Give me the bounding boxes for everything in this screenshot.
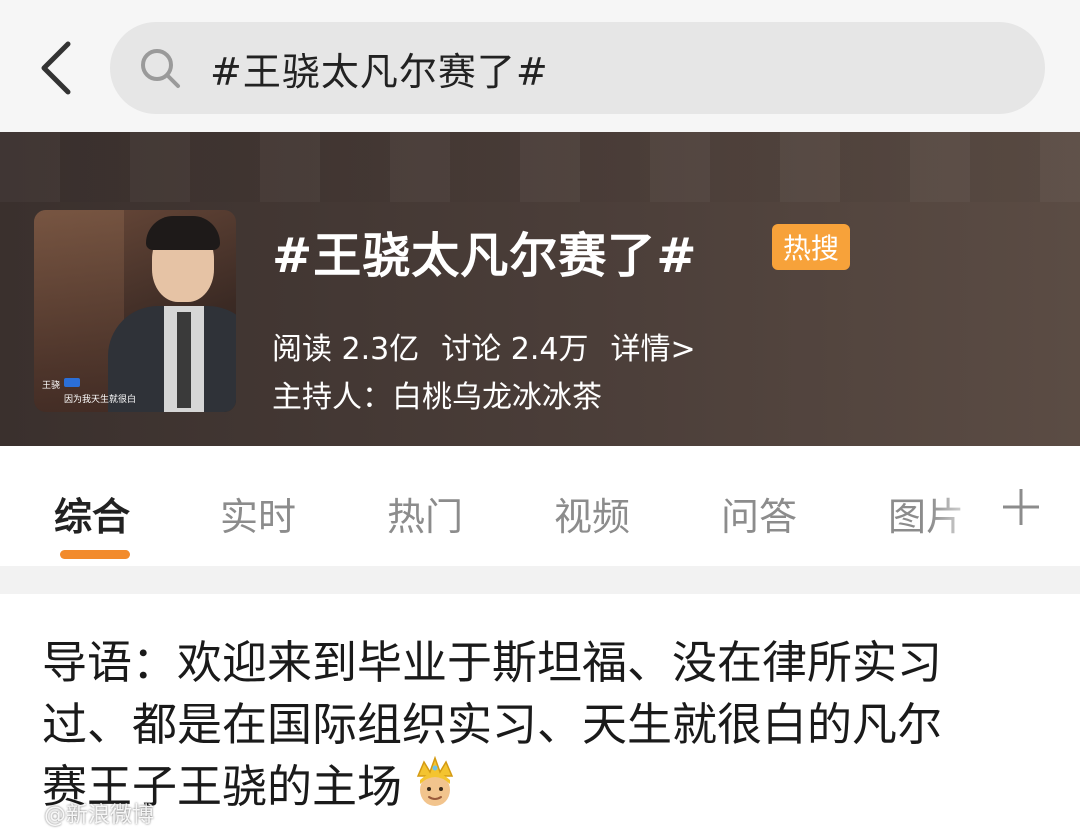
tab-qa[interactable]: 问答: [721, 486, 797, 541]
tab-hot[interactable]: 热门: [387, 486, 463, 541]
thumbnail-hair: [146, 216, 220, 250]
read-count: 阅读 2.3亿: [272, 332, 420, 367]
search-input[interactable]: #王骁太凡尔赛了#: [110, 22, 1045, 114]
topic-header: 王骁 因为我天生就很白 #王骁太凡尔赛了# 热搜 阅读 2.3亿 讨论 2.4万详…: [0, 132, 1080, 446]
tab-realtime[interactable]: 实时: [220, 486, 296, 541]
thumbnail-tie: [177, 312, 191, 408]
intro-line-2: 过、都是在国际组织实习、天生就很白的凡尔: [42, 698, 943, 751]
watermark-text: @新浪微博: [44, 803, 155, 828]
weibo-logo-icon: [7, 801, 37, 826]
tab-comprehensive[interactable]: 综合: [54, 486, 130, 541]
thumbnail-caption-badge: [64, 378, 80, 387]
intro-line-1: 导语：欢迎来到毕业于斯坦福、没在律所实习: [42, 636, 943, 689]
topic-host[interactable]: 主持人：白桃乌龙冰冰茶: [272, 372, 602, 416]
weibo-watermark: @新浪微博: [0, 796, 154, 830]
active-tab-indicator: [60, 550, 130, 559]
tab-bar: 综合 实时 热门 视频 问答 图片: [0, 446, 1080, 566]
chevron-left-icon: [41, 41, 71, 95]
topic-title: #王骁太凡尔赛了#: [272, 228, 698, 284]
search-icon: [136, 44, 184, 92]
topic-page: #王骁太凡尔赛了# 王骁 因为我天生就很白 #王骁太凡尔赛了# 热搜 阅读 2.…: [0, 0, 1080, 834]
hero-background: [0, 132, 1080, 202]
tab-video[interactable]: 视频: [554, 486, 630, 541]
thumbnail-caption-text: 因为我天生就很白: [64, 395, 137, 405]
more-tabs-button[interactable]: [996, 482, 1046, 532]
discussion-count: 讨论 2.4万: [441, 332, 589, 367]
details-link[interactable]: 详情>: [611, 332, 696, 367]
topic-intro: 导语：欢迎来到毕业于斯坦福、没在律所实习 过、都是在国际组织实习、天生就很白的凡…: [42, 632, 1042, 824]
search-query: #王骁太凡尔赛了#: [210, 49, 549, 94]
back-button[interactable]: [28, 36, 84, 100]
plus-icon: [1003, 489, 1039, 525]
top-bar: #王骁太凡尔赛了#: [0, 0, 1080, 132]
topic-thumbnail[interactable]: 王骁 因为我天生就很白: [34, 210, 236, 412]
section-divider: [0, 566, 1080, 594]
tab-fade-overlay: [930, 446, 990, 566]
hot-search-badge: 热搜: [772, 224, 850, 270]
intro-line-3: 赛王子王骁的主场: [42, 755, 1042, 824]
crown-prince-emoji-icon: [412, 755, 458, 824]
topic-stats: 阅读 2.3亿 讨论 2.4万 详情>: [272, 324, 718, 368]
thumbnail-caption-name: 王骁: [42, 381, 61, 391]
